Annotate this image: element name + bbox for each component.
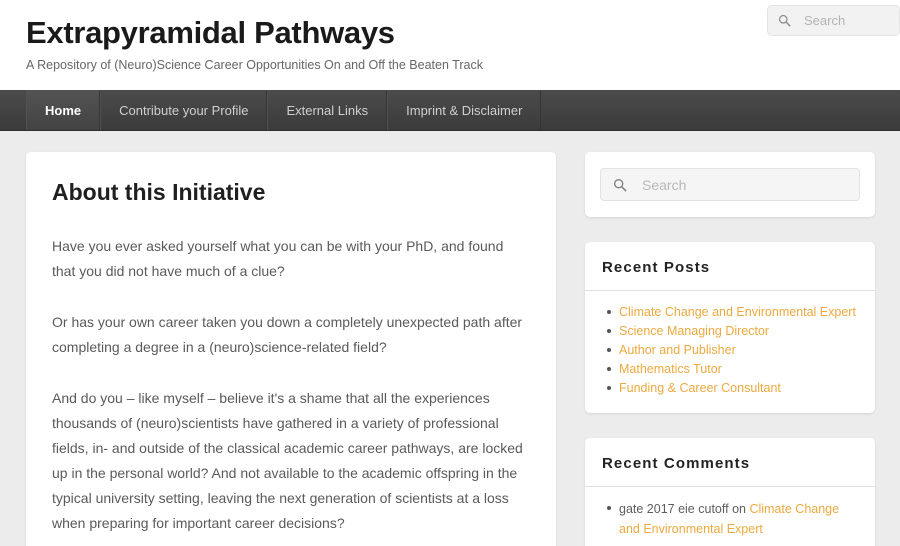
nav-item-label: External Links [286, 102, 369, 118]
search-icon [613, 178, 627, 192]
recent-comments-widget: Recent Comments gate 2017 eie cutoff on … [585, 438, 875, 546]
site-header: Extrapyramidal Pathways A Repository of … [0, 0, 900, 90]
article-paragraph-2: Or has your own career taken you down a … [52, 314, 523, 355]
sidebar: Recent Posts Climate Change and Environm… [585, 152, 875, 546]
list-item: gate 2017 eie cutoff on Climate Change a… [607, 499, 858, 539]
nav-item-imprint-and-disclaimer[interactable]: Imprint & Disclaimer [387, 90, 542, 130]
search-icon [778, 14, 791, 27]
sidebar-search-box[interactable] [600, 168, 860, 201]
recent-post-link[interactable]: Author and Publisher [619, 343, 736, 357]
nav-item-label: Contribute your Profile [119, 102, 249, 118]
widget-title: Recent Posts [585, 242, 875, 291]
list-item: Climate Change and Environmental Expert [607, 303, 858, 322]
recent-posts-list: Climate Change and Environmental Expert … [602, 303, 858, 398]
nav-item-external-links[interactable]: External Links [267, 90, 388, 130]
main-content-column: About this Initiative Have you ever aske… [26, 152, 556, 546]
sidebar-search-widget [585, 152, 875, 217]
nav-item-label: Imprint & Disclaimer [406, 102, 523, 118]
sidebar-search-input[interactable] [642, 176, 859, 193]
recent-comments-list: gate 2017 eie cutoff on Climate Change a… [602, 499, 858, 539]
article-paragraph-1: Have you ever asked yourself what you ca… [52, 238, 504, 279]
main-navigation: Home Contribute your Profile External Li… [0, 90, 900, 131]
recent-post-link[interactable]: Mathematics Tutor [619, 362, 722, 376]
site-tagline: A Repository of (Neuro)Science Career Op… [26, 58, 483, 72]
nav-left-spacer [0, 90, 26, 130]
header-search-box[interactable] [767, 5, 900, 36]
nav-item-contribute-your-profile[interactable]: Contribute your Profile [100, 90, 268, 130]
recent-posts-widget: Recent Posts Climate Change and Environm… [585, 242, 875, 413]
recent-posts-body: Climate Change and Environmental Expert … [585, 291, 875, 413]
page-body: About this Initiative Have you ever aske… [0, 131, 900, 546]
recent-post-link[interactable]: Climate Change and Environmental Expert [619, 305, 856, 319]
list-item: Funding & Career Consultant [607, 379, 858, 398]
article-card: About this Initiative Have you ever aske… [26, 152, 556, 546]
article-paragraph-3: And do you – like myself – believe it's … [52, 390, 523, 531]
nav-item-label: Home [45, 102, 82, 118]
list-item: Mathematics Tutor [607, 360, 858, 379]
comment-connector: on [728, 502, 750, 516]
widget-title: Recent Comments [585, 438, 875, 487]
comment-author: gate 2017 eie cutoff [619, 502, 729, 516]
page-title: About this Initiative [52, 179, 266, 205]
list-item: Author and Publisher [607, 341, 858, 360]
list-item: Science Managing Director [607, 322, 858, 341]
recent-post-link[interactable]: Funding & Career Consultant [619, 381, 781, 395]
nav-item-home[interactable]: Home [26, 90, 101, 130]
recent-post-link[interactable]: Science Managing Director [619, 324, 769, 338]
recent-comments-body: gate 2017 eie cutoff on Climate Change a… [585, 487, 875, 546]
header-search-input[interactable] [804, 13, 899, 28]
